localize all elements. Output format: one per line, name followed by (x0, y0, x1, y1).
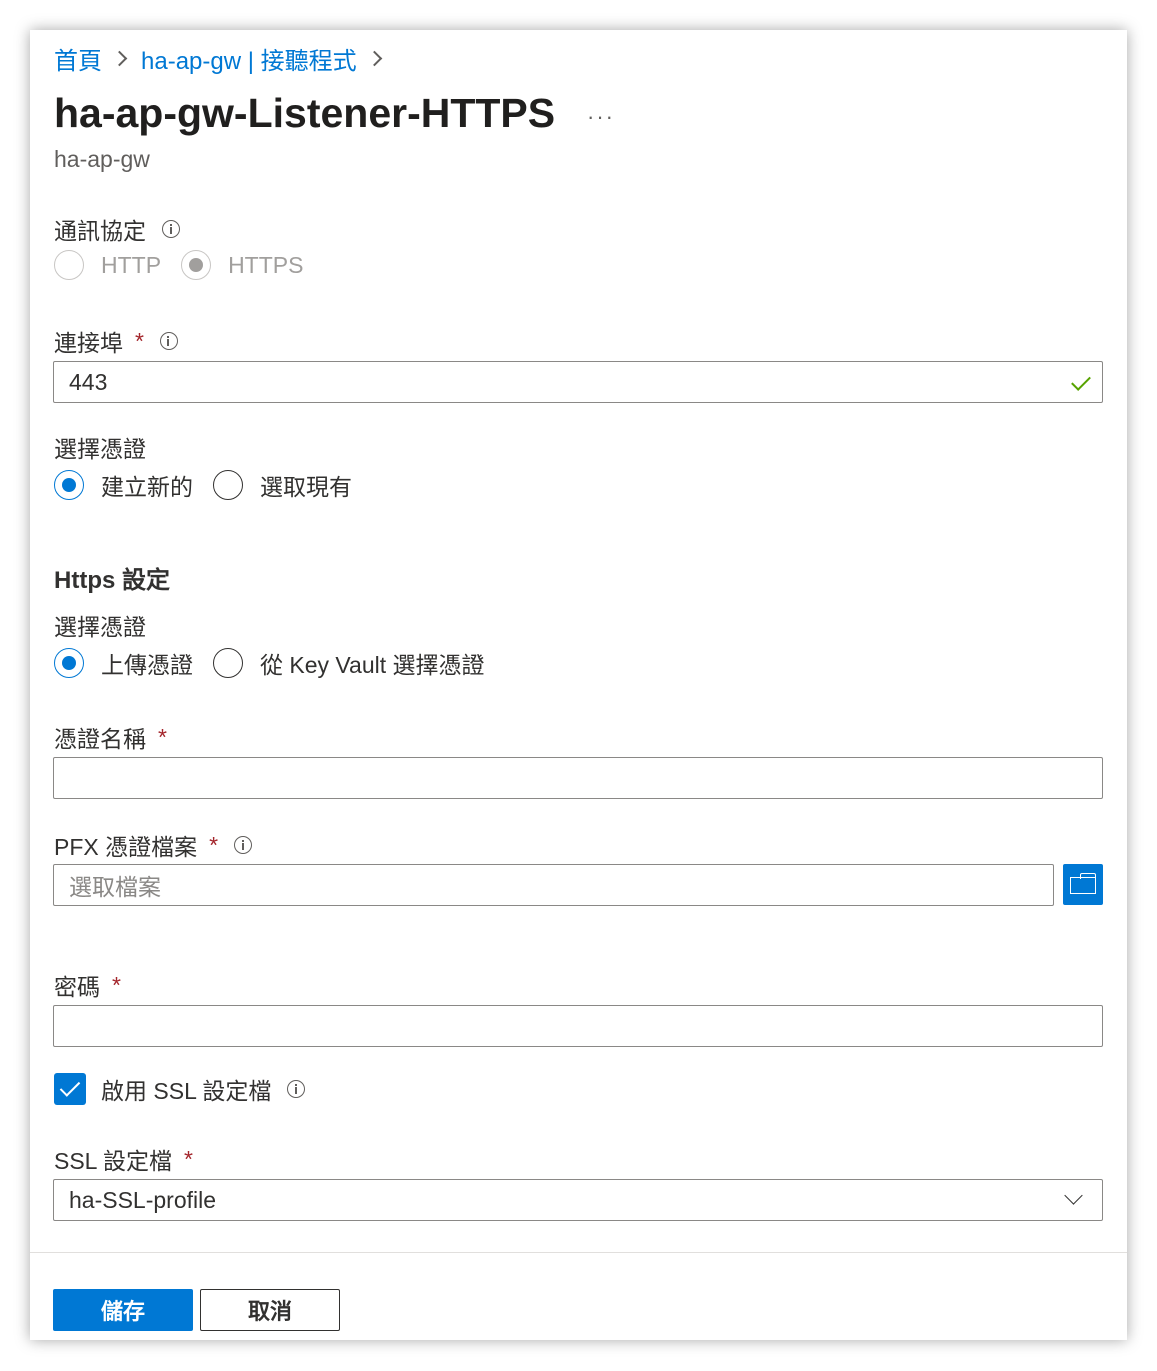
enable-ssl-profile-row: 啟用 SSL 設定檔 (54, 1072, 306, 1106)
pfx-file-label-row: PFX 憑證檔案 * (54, 828, 253, 862)
folder-icon-body (1070, 877, 1096, 894)
page-title: ha-ap-gw-Listener-HTTPS (54, 90, 556, 136)
port-value: 443 (69, 368, 108, 395)
breadcrumb-parent-link[interactable]: ha-ap-gw | 接聽程式 (141, 41, 357, 76)
protocol-https-radio (181, 250, 212, 280)
browse-file-button[interactable] (1063, 864, 1103, 905)
required-mark: * (135, 327, 144, 354)
info-icon[interactable] (234, 836, 253, 854)
cert-source-label-text: 選擇憑證 (54, 614, 146, 640)
port-label: 連接埠 (54, 330, 123, 356)
info-icon[interactable] (162, 220, 180, 238)
upload-certificate-radio[interactable] (54, 648, 84, 678)
required-mark: * (158, 723, 167, 750)
panel-content: 首頁 ha-ap-gw | 接聽程式 ha-ap-gw-Listener-HTT… (30, 30, 1127, 1252)
create-new-label[interactable]: 建立新的 (101, 468, 193, 502)
page-subtitle: ha-ap-gw (54, 146, 150, 172)
protocol-label: 通訊協定 (54, 218, 146, 244)
info-icon[interactable] (159, 332, 178, 350)
required-mark: * (184, 1145, 193, 1172)
info-icon[interactable] (287, 1080, 306, 1098)
key-vault-certificate-label[interactable]: 從 Key Vault 選擇憑證 (260, 646, 485, 680)
enable-ssl-profile-checkbox[interactable] (54, 1073, 86, 1105)
cert-name-label: 憑證名稱 (54, 726, 146, 752)
breadcrumb: 首頁 ha-ap-gw | 接聽程式 (54, 41, 396, 76)
password-label: 密碼 (54, 974, 100, 1000)
cert-source-label: 選擇憑證 (54, 608, 146, 642)
key-vault-certificate-radio[interactable] (213, 648, 243, 678)
pfx-file-input[interactable]: 選取檔案 (53, 864, 1054, 906)
certificate-choice-radio-group: 建立新的 選取現有 (54, 468, 372, 502)
protocol-https-label: HTTPS (228, 251, 304, 278)
listener-panel: 首頁 ha-ap-gw | 接聽程式 ha-ap-gw-Listener-HTT… (30, 30, 1127, 1340)
chevron-down-icon (1064, 1186, 1083, 1205)
ssl-profile-label-row: SSL 設定檔 * (54, 1142, 193, 1176)
cancel-button[interactable]: 取消 (200, 1289, 340, 1331)
upload-certificate-label[interactable]: 上傳憑證 (101, 646, 193, 680)
cert-name-input[interactable] (53, 757, 1103, 799)
pfx-file-label: PFX 憑證檔案 (54, 834, 198, 860)
select-existing-label[interactable]: 選取現有 (260, 468, 352, 502)
certificate-choice-label: 選擇憑證 (54, 430, 146, 464)
ssl-profile-value: ha-SSL-profile (69, 1186, 217, 1213)
password-label-row: 密碼 * (54, 968, 121, 1002)
cert-source-radio-group: 上傳憑證 從 Key Vault 選擇憑證 (54, 646, 505, 680)
ssl-profile-label: SSL 設定檔 (54, 1148, 173, 1174)
protocol-http-radio (54, 250, 84, 280)
checkmark-icon (1071, 371, 1091, 391)
footer-bar: 儲存 取消 (30, 1252, 1127, 1340)
chevron-right-icon (366, 50, 382, 66)
certificate-choice-label-text: 選擇憑證 (54, 436, 146, 462)
ssl-profile-dropdown[interactable]: ha-SSL-profile (53, 1179, 1103, 1221)
protocol-http-label: HTTP (101, 251, 162, 278)
save-button[interactable]: 儲存 (53, 1289, 193, 1331)
more-options-icon[interactable]: ··· (587, 104, 615, 130)
cert-name-label-row: 憑證名稱 * (54, 720, 167, 754)
enable-ssl-profile-label[interactable]: 啟用 SSL 設定檔 (101, 1072, 271, 1106)
port-label-row: 連接埠 * (54, 324, 178, 358)
password-input[interactable] (53, 1005, 1103, 1047)
protocol-label-row: 通訊協定 (54, 212, 180, 246)
breadcrumb-home-link[interactable]: 首頁 (54, 41, 102, 76)
pfx-file-placeholder: 選取檔案 (69, 874, 161, 900)
create-new-radio[interactable] (54, 470, 84, 500)
protocol-radio-group: HTTP HTTPS (54, 250, 323, 280)
required-mark: * (209, 831, 219, 858)
required-mark: * (112, 971, 121, 998)
chevron-right-icon (111, 50, 128, 66)
port-input[interactable]: 443 (53, 361, 1103, 403)
https-settings-title: Https 設定 (54, 567, 170, 594)
select-existing-radio[interactable] (213, 470, 243, 500)
